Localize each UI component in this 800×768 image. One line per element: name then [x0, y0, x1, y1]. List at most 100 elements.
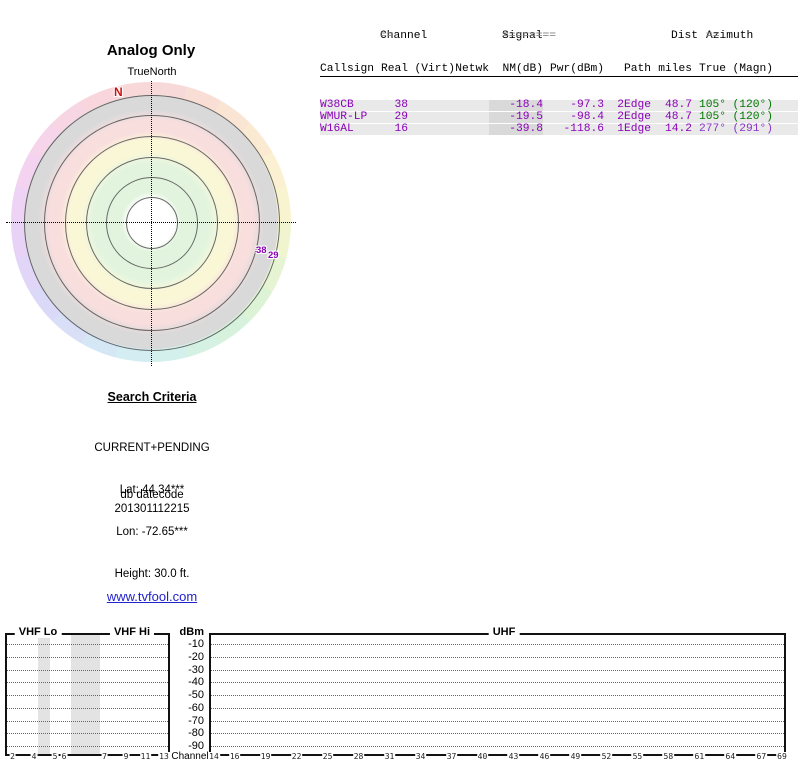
dbm-axis-label: dBm	[179, 626, 204, 638]
channel-axis-label: Channel	[171, 751, 209, 762]
cell-netwk	[455, 112, 489, 123]
tvfool-link[interactable]: www.tvfool.com	[107, 589, 197, 604]
channel-tick: 58	[662, 752, 675, 761]
cell-nm: -18.4	[489, 99, 543, 111]
cell-netwk	[455, 124, 489, 135]
table-column-header-row: Callsign Real (Virt) Netwk NM(dB) Pwr(dBm) Pat…	[320, 63, 798, 77]
cell-miles: 48.7	[664, 99, 692, 111]
table-row: WMUR-LP 29 -19.5 -98.4 2Edge 48.7 105° (120°)	[320, 111, 798, 123]
channel-tick: 43	[507, 752, 520, 761]
gridline--10	[211, 644, 784, 645]
gridline--20	[211, 656, 784, 658]
cell-true_az: 277°	[698, 123, 726, 135]
channel-tick: 11	[139, 752, 152, 761]
cell-pwr: -118.6	[563, 123, 604, 135]
cell-virt	[408, 100, 455, 111]
cell-true_az: 105°	[698, 111, 726, 123]
column-header-magn_az: (Magn)	[732, 63, 773, 75]
cell-callsign: WMUR-LP	[320, 111, 368, 123]
column-header-true_az: True	[698, 63, 726, 75]
cell-pwr: -98.4	[570, 111, 604, 123]
channel-tick: 40	[476, 752, 489, 761]
north-marker: N	[114, 85, 123, 99]
channel-tick: 13	[158, 752, 170, 761]
gridline--80	[7, 733, 168, 735]
dbm-tick: -60	[188, 701, 204, 714]
channel-tick: 46	[538, 752, 551, 761]
gridline--30	[7, 669, 168, 671]
table-row: W38CB 38 -18.4 -97.3 2Edge 48.7 105° (120°)	[320, 99, 798, 111]
column-header-pwr: Pwr(dBm)	[549, 63, 604, 75]
column-header-netwk: Netwk	[455, 63, 489, 75]
dbm-tick: -40	[188, 676, 204, 689]
db-datecode-label: db datecode	[120, 489, 184, 501]
cell-true_az: 105°	[698, 99, 726, 111]
channel-tick: 55	[631, 752, 644, 761]
vhf-lo-label: VHF Lo	[14, 626, 62, 638]
gridline--40	[211, 682, 784, 684]
gridline--20	[7, 656, 168, 658]
search-criteria-title: Search Criteria	[107, 390, 197, 404]
channel-tick: 4	[30, 752, 38, 761]
cell-miles: 14.2	[664, 123, 692, 135]
cell-virt	[408, 112, 455, 123]
channel-tick: 31	[383, 752, 396, 761]
channel-tick: 61	[693, 752, 706, 761]
true-north-label: TrueNorth	[127, 66, 177, 78]
channel-tick: 67	[755, 752, 768, 761]
channel-tick: 9	[122, 752, 130, 761]
cell-magn_az: (120°)	[732, 99, 773, 111]
cell-callsign: W38CB	[320, 99, 354, 111]
cell-magn_az: (291°)	[732, 123, 773, 135]
radar-point-label-29: 29	[268, 250, 279, 261]
vhf-hi-label: VHF Hi	[109, 626, 155, 638]
channel-tick: 49	[569, 752, 582, 761]
channel-tick: 69	[776, 752, 788, 761]
radar-point-label-38: 38	[256, 245, 267, 256]
cell-miles: 48.7	[664, 111, 692, 123]
gridline--30	[211, 669, 784, 671]
cell-magn_az: (120°)	[732, 111, 773, 123]
column-header-virt: (Virt)	[414, 63, 455, 75]
cell-callsign: W16AL	[320, 123, 354, 135]
gridline--90	[211, 746, 784, 747]
gridline--40	[7, 682, 168, 684]
group-header-dist: Dist	[671, 30, 699, 42]
cell-filler	[773, 124, 798, 135]
channel-tick: 2	[9, 752, 16, 761]
cell-real: 38	[394, 99, 408, 111]
channel-tick: 28	[352, 752, 365, 761]
channel-tick: 34	[414, 752, 427, 761]
dbm-tick: -50	[188, 689, 204, 701]
radar-title: Analog Only	[106, 42, 196, 59]
table-body: W38CB 38 -18.4 -97.3 2Edge 48.7 105° (120°) WMUR…	[320, 99, 798, 135]
db-datecode-value: 201301112215	[114, 503, 190, 515]
search-criteria-lon: Lon: -72.65***	[116, 526, 188, 538]
cell-real: 16	[394, 123, 408, 135]
gridline--50	[211, 695, 784, 696]
tvfool-report-page: == Channel == ======== Signal ======== Dist …	[0, 0, 800, 768]
channel-tick: 19	[259, 752, 272, 761]
cell-pwr: -97.3	[570, 99, 604, 111]
gridline--80	[211, 733, 784, 735]
cell-path: 1Edge	[617, 123, 651, 135]
cell-virt	[408, 124, 455, 135]
cell-path: 2Edge	[617, 99, 651, 111]
channel-tick: 5	[51, 752, 59, 761]
gridline--10	[7, 644, 168, 645]
gridline--50	[7, 695, 168, 696]
cell-filler	[773, 112, 798, 123]
uhf-label: UHF	[488, 626, 520, 638]
gridline--60	[211, 707, 784, 709]
search-criteria-height: Height: 30.0 ft.	[114, 568, 190, 580]
channel-tick: 25	[321, 752, 334, 761]
cell-nm: -39.8	[489, 123, 543, 135]
radar-ring-outline	[126, 197, 178, 249]
signal-table: == Channel == ======== Signal ======== Dist …	[320, 9, 798, 158]
column-header-real: Real	[381, 63, 409, 75]
vhf-chart-box	[5, 633, 170, 756]
gridline--60	[7, 707, 168, 709]
channel-tick: 14	[208, 752, 220, 761]
channel-tick: 22	[290, 752, 303, 761]
column-header-miles: miles	[658, 63, 692, 75]
